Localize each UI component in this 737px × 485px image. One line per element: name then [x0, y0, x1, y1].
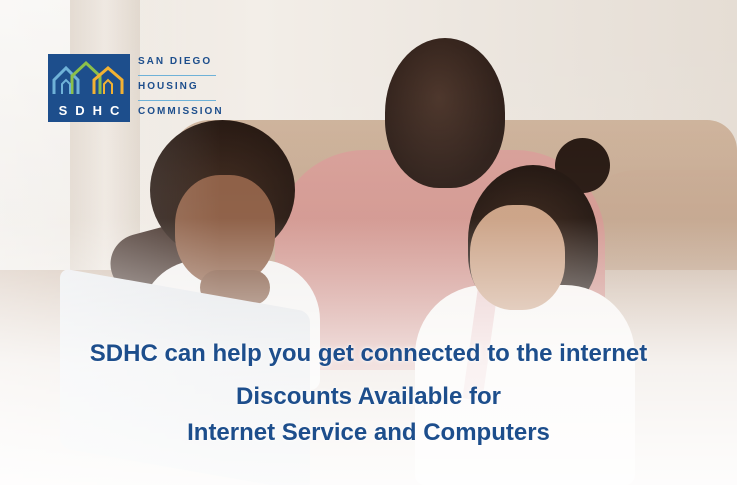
logo-line-housing: HOUSING	[138, 81, 199, 92]
logo-mark: SDHC	[48, 54, 130, 122]
logo-divider	[138, 75, 216, 76]
headline-discounts: Discounts Available for	[236, 383, 501, 410]
logo-divider	[138, 100, 216, 101]
headline-connect: SDHC can help you get connected to the i…	[89, 340, 648, 367]
promo-banner: SDHC SAN DIEGO HOUSING COMMISSION SDHC c…	[0, 0, 737, 485]
logo-line-commission: COMMISSION	[138, 106, 224, 117]
logo-wordmark: SAN DIEGO HOUSING COMMISSION	[138, 54, 224, 122]
sdhc-logo: SDHC SAN DIEGO HOUSING COMMISSION	[48, 54, 224, 122]
logo-letters: SDHC	[58, 103, 128, 118]
headline-service-computers: Internet Service and Computers	[187, 419, 550, 446]
logo-line-san-diego: SAN DIEGO	[138, 56, 213, 67]
houses-icon	[52, 60, 124, 94]
